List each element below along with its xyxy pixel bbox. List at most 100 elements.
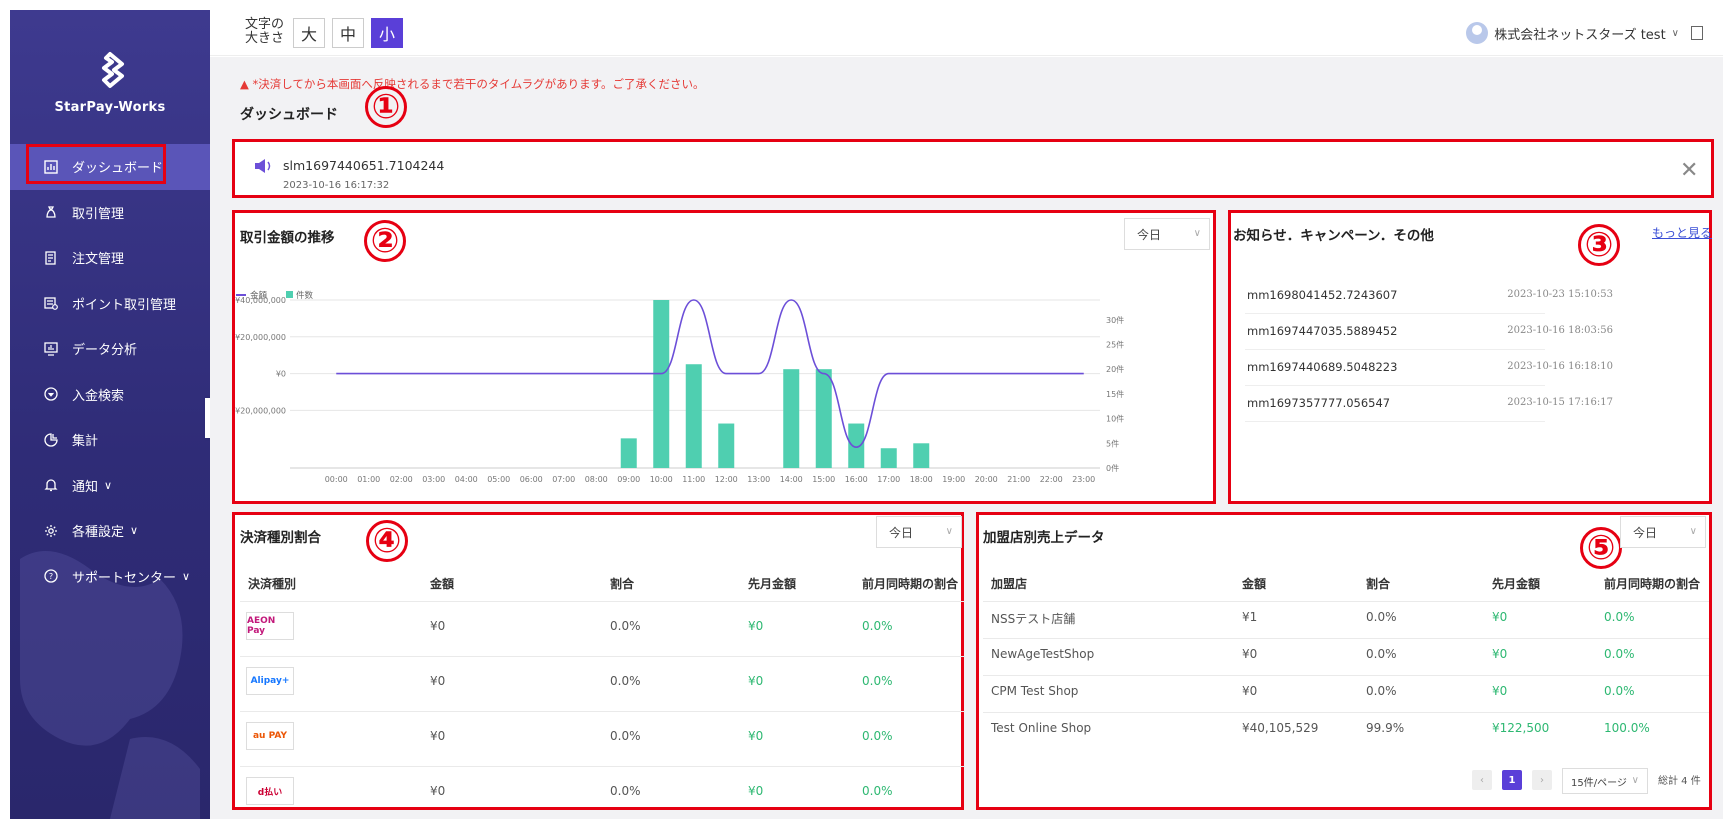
sidebar-nav: ダッシュボード 取引管理 注文管理 ポイント取引管理 データ分析 入金検索 集計 [10, 144, 210, 599]
sidebar-item-notifications[interactable]: 通知 ∨ [10, 463, 210, 509]
sidebar-item-label: 通知 [72, 479, 99, 495]
document-icon[interactable] [1691, 26, 1703, 40]
table-cell-ratio: 0.0% [610, 619, 641, 633]
shop-title: 加盟店別売上データ [983, 530, 1105, 546]
shop-range-select[interactable]: 今日 ∨ [1620, 516, 1706, 548]
x-tick-label: 02:00 [390, 475, 413, 484]
bar-count [685, 364, 702, 468]
table-cell-ratio: 0.0% [1366, 647, 1397, 661]
news-item[interactable]: mm1697447035.5889452 2023-10-16 18:03:56 [1245, 314, 1613, 350]
payment-logo: d払い [246, 777, 294, 805]
news-item[interactable]: mm1698041452.7243607 2023-10-23 15:10:53 [1245, 278, 1613, 314]
close-icon[interactable]: ✕ [1680, 158, 1698, 183]
table-cell-amount: ¥0 [1242, 647, 1258, 661]
column-header: 先月金額 [1492, 577, 1541, 591]
news-item-title: mm1697440689.5048223 [1247, 360, 1398, 374]
sidebar-item-support[interactable]: ? サポートセンター ∨ [10, 554, 210, 600]
sidebar-item-deposit-search[interactable]: 入金検索 [10, 372, 210, 418]
x-tick-label: 15:00 [812, 475, 835, 484]
x-tick-label: 01:00 [357, 475, 380, 484]
table-cell-last: ¥0 [748, 729, 764, 743]
table-cell-ratio: 0.0% [610, 784, 641, 798]
table-cell-name[interactable]: NewAgeTestShop [991, 647, 1094, 661]
table-cell-amount: ¥0 [430, 729, 446, 743]
bar-count [653, 300, 670, 468]
more-link[interactable]: もっと見る [1652, 224, 1712, 241]
sidebar-item-label: 集計 [72, 434, 99, 450]
svg-text:?: ? [49, 572, 53, 581]
table-cell-last: ¥0 [748, 619, 764, 633]
y-right-tick-label: 25件 [1106, 339, 1124, 349]
sidebar-item-label: 各種設定 [72, 525, 125, 541]
page-1-button[interactable]: 1 [1502, 770, 1522, 790]
trend-chart: 金額 件数¥40,000,000¥20,000,000¥0- ¥20,000,00… [232, 290, 1124, 484]
news-item-title: mm1697357777.056547 [1247, 396, 1391, 410]
sidebar-item-orders[interactable]: 注文管理 [10, 235, 210, 281]
marker-1: ① [365, 86, 407, 128]
table-cell-amount: ¥0 [430, 674, 446, 688]
next-page-button[interactable]: › [1532, 770, 1552, 790]
news-item-title: mm1698041452.7243607 [1247, 288, 1398, 302]
chevron-down-icon: ∨ [130, 524, 139, 538]
bar-count [913, 443, 930, 468]
chevron-left-icon: ‹ [1480, 774, 1484, 786]
announcement-text[interactable]: slm1697440651.7104244 [283, 158, 444, 173]
table-cell-name[interactable]: NSSテスト店舗 [991, 610, 1075, 627]
table-cell-last-ratio: 0.0% [1604, 647, 1635, 661]
column-header: 金額 [1242, 577, 1267, 591]
marker-3: ③ [1578, 224, 1620, 266]
payment-range-select[interactable]: 今日 ∨ [876, 516, 962, 548]
per-page-select[interactable]: 15件/ページ ∨ [1562, 768, 1648, 794]
logo[interactable]: StarPay-Works [10, 50, 210, 115]
row-divider [240, 600, 965, 602]
user-name: 株式会社ネットスターズ test [1494, 27, 1666, 43]
news-item[interactable]: mm1697357777.056547 2023-10-15 17:16:17 [1245, 386, 1613, 422]
table-cell-last: ¥0 [1492, 610, 1508, 624]
sidebar-item-analysis[interactable]: データ分析 [10, 326, 210, 372]
payment-logo: AEON Pay [246, 612, 294, 640]
table-cell-amount: ¥0 [430, 619, 446, 633]
bar-count [718, 423, 735, 468]
x-tick-label: 05:00 [487, 475, 510, 484]
column-header: 先月金額 [748, 577, 797, 591]
sidebar-item-summary[interactable]: 集計 [10, 417, 210, 463]
font-size-small-button[interactable]: 小 [371, 18, 403, 48]
x-tick-label: 12:00 [715, 475, 738, 484]
bar-count [620, 438, 637, 468]
sidebar-item-settings[interactable]: 各種設定 ∨ [10, 508, 210, 554]
deposit-icon [42, 385, 60, 403]
chevron-down-icon: ∨ [1193, 228, 1201, 239]
news-item[interactable]: mm1697440689.5048223 2023-10-16 16:18:10 [1245, 350, 1613, 386]
x-tick-label: 11:00 [682, 475, 705, 484]
font-size-medium-button[interactable]: 中 [332, 18, 364, 48]
x-tick-label: 07:00 [552, 475, 575, 484]
column-header: 加盟店 [991, 577, 1028, 591]
sidebar-item-transactions[interactable]: 取引管理 [10, 190, 210, 236]
trend-range-select[interactable]: 今日 ∨ [1124, 218, 1210, 250]
legend-label: 件数 [296, 290, 314, 301]
x-tick-label: 13:00 [747, 475, 770, 484]
table-cell-name[interactable]: Test Online Shop [991, 721, 1091, 735]
news-item-date: 2023-10-23 15:10:53 [1507, 289, 1613, 300]
font-size-large-button[interactable]: 大 [293, 18, 325, 48]
table-cell-last-ratio: 0.0% [862, 674, 893, 688]
marker-2: ② [364, 220, 406, 262]
sidebar-item-label: ポイント取引管理 [72, 297, 177, 313]
y-right-tick-label: 30件 [1106, 315, 1124, 325]
chevron-down-icon: ∨ [945, 526, 953, 537]
table-cell-name[interactable]: CPM Test Shop [991, 684, 1078, 698]
avatar [1466, 22, 1489, 44]
payment-logo: au PAY [246, 722, 294, 750]
sidebar-item-points[interactable]: ポイント取引管理 [10, 281, 210, 327]
marker-4: ④ [366, 520, 408, 562]
money-bag-icon [42, 203, 60, 221]
table-cell-ratio: 99.9% [1366, 721, 1405, 735]
table-cell-ratio: 0.0% [610, 729, 641, 743]
table-cell-ratio: 0.0% [1366, 684, 1397, 698]
news-item-date: 2023-10-16 18:03:56 [1507, 325, 1613, 336]
user-menu[interactable]: 株式会社ネットスターズ test ∨ [1466, 22, 1703, 44]
table-cell-ratio: 0.0% [1366, 610, 1397, 624]
row-divider [240, 765, 965, 767]
table-cell-amount: ¥0 [1242, 684, 1258, 698]
prev-page-button[interactable]: ‹ [1472, 770, 1492, 790]
